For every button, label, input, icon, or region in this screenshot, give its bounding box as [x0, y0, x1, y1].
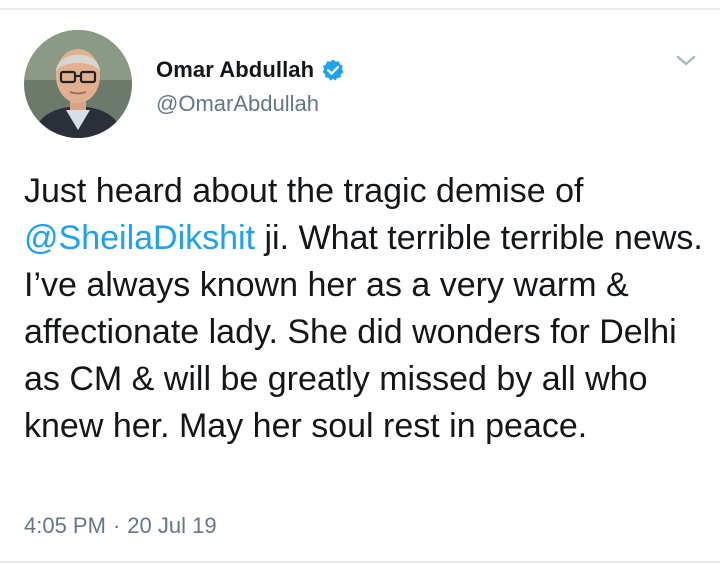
tweet-text-part1: Just heard about the tragic demise of [24, 172, 584, 210]
tweet-text: Just heard about the tragic demise of @Sh… [24, 168, 704, 450]
timestamp-separator: · [112, 513, 121, 538]
tweet-time[interactable]: 4:05 PM [24, 513, 106, 539]
mention-link[interactable]: @SheilaDikshit [24, 219, 255, 257]
top-divider [0, 8, 720, 10]
chevron-down-icon[interactable] [674, 52, 698, 70]
avatar[interactable] [24, 30, 132, 138]
profile-photo [24, 30, 132, 138]
verified-badge-icon [321, 58, 345, 82]
author-display-name[interactable]: Omar Abdullah [156, 57, 314, 83]
author-name-row: Omar Abdullah [156, 55, 345, 85]
tweet-date[interactable]: 20 Jul 19 [127, 513, 216, 539]
tweet-timestamp: 4:05 PM · 20 Jul 19 [24, 513, 217, 539]
author-handle[interactable]: @OmarAbdullah [156, 91, 319, 117]
bottom-divider [0, 561, 720, 563]
